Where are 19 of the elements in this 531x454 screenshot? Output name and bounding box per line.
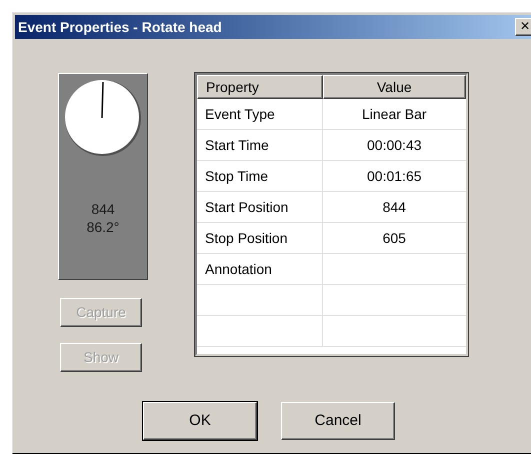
close-button[interactable]: × (515, 18, 531, 36)
position-reading: 844 (91, 200, 115, 218)
table-cell: Stop Time (197, 161, 323, 191)
table-cell: Start Time (197, 130, 323, 160)
window-title: Event Properties - Rotate head (18, 18, 222, 37)
table-cell: Event Type (197, 99, 323, 129)
table-cell: Annotation (197, 254, 323, 284)
column-header[interactable]: Value (322, 75, 466, 99)
table-cell-text: Linear Bar (360, 104, 428, 124)
ok-button[interactable]: OK (143, 402, 257, 440)
table-cell-text: 605 (382, 228, 407, 248)
table-cell: Start Position (197, 192, 323, 222)
table-cell-text: 00:00:43 (366, 136, 423, 154)
table-cell: Stop Position (197, 223, 323, 253)
table-cell-text: 00:01:65 (366, 166, 423, 186)
angle-reading: 86.2° (86, 218, 120, 236)
cancel-button[interactable]: Cancel (281, 402, 395, 440)
column-header[interactable]: Property (197, 75, 323, 99)
table-cell-text: 844 (382, 198, 407, 216)
